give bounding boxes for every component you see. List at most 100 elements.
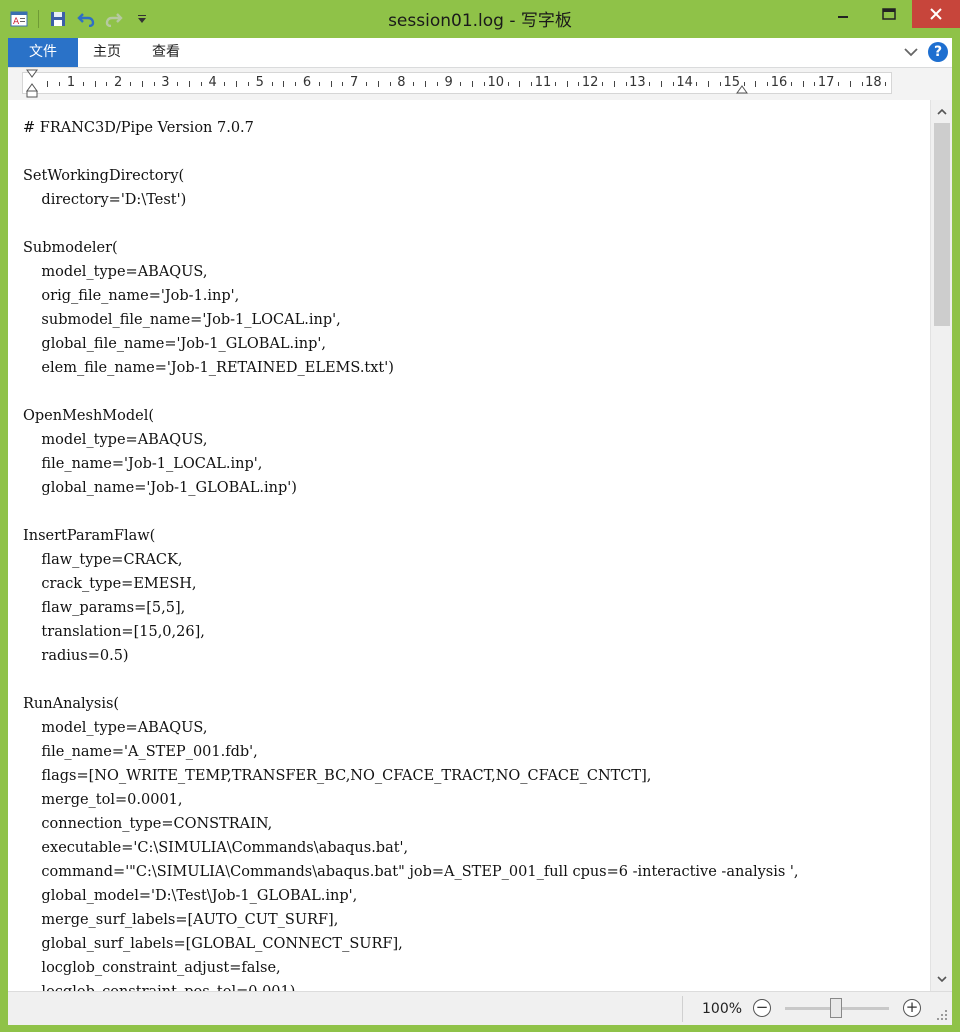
document-line[interactable]: SetWorkingDirectory( xyxy=(23,164,799,188)
document-line[interactable]: crack_type=EMESH, xyxy=(23,572,799,596)
ruler-number: 9 xyxy=(444,75,453,90)
document-line[interactable]: merge_tol=0.0001, xyxy=(23,788,799,812)
ruler-area: 1 2 3 4 5 6 7 8 9 10 11 12 13 14 15 16 17 18 xyxy=(8,68,952,100)
document-line[interactable]: global_name='Job-1_GLOBAL.inp') xyxy=(23,476,799,500)
document-line[interactable]: elem_file_name='Job-1_RETAINED_ELEMS.txt… xyxy=(23,356,799,380)
ruler-number: 2 xyxy=(114,75,123,90)
ruler-tick xyxy=(47,81,49,87)
document-line[interactable]: model_type=ABAQUS, xyxy=(23,428,799,452)
document-line[interactable]: command='"C:\SIMULIA\Commands\abaqus.bat… xyxy=(23,860,798,884)
ruler-tick xyxy=(849,81,851,87)
document-line[interactable] xyxy=(23,668,799,692)
minimize-button[interactable] xyxy=(820,0,866,28)
status-separator xyxy=(682,996,683,1022)
ruler-tick xyxy=(602,82,603,86)
document-line[interactable]: global_file_name='Job-1_GLOBAL.inp', xyxy=(23,332,799,356)
document-line[interactable]: # FRANC3D/Pipe Version 7.0.7 xyxy=(23,116,799,140)
tab-home[interactable]: 主页 xyxy=(93,38,121,67)
document-line[interactable] xyxy=(23,212,799,236)
ruler-tick xyxy=(130,82,131,86)
ruler-tick xyxy=(59,82,61,86)
ruler-tick xyxy=(672,82,674,86)
ruler-tick xyxy=(554,82,556,86)
document-line[interactable]: OpenMeshModel( xyxy=(23,404,799,428)
scroll-up-button[interactable] xyxy=(931,102,953,122)
document-line[interactable]: flaw_params=[5,5], xyxy=(23,596,799,620)
ruler-tick xyxy=(377,81,379,87)
ruler-number: 7 xyxy=(350,75,359,90)
ruler-tick xyxy=(885,82,887,86)
document-line[interactable]: global_surf_labels=[GLOBAL_CONNECT_SURF]… xyxy=(23,932,799,956)
document-line[interactable]: flaw_type=CRACK, xyxy=(23,548,799,572)
document-line[interactable]: executable='C:\SIMULIA\Commands\abaqus.b… xyxy=(23,836,799,860)
ruler-tick xyxy=(318,82,320,86)
zoom-out-button[interactable]: − xyxy=(753,998,771,1017)
document-line[interactable]: file_name='Job-1_LOCAL.inp', xyxy=(23,452,799,476)
close-icon xyxy=(930,8,942,20)
document-line[interactable]: translation=[15,0,26], xyxy=(23,620,799,644)
ruler-tick xyxy=(94,81,96,87)
document-line[interactable]: radius=0.5) xyxy=(23,644,799,668)
ruler-tick xyxy=(625,82,627,86)
zoom-slider-thumb[interactable] xyxy=(830,998,842,1018)
ruler-number: 3 xyxy=(161,75,170,90)
ruler-number: 17 xyxy=(817,75,835,90)
ruler-number: 14 xyxy=(676,75,693,90)
chevron-down-icon xyxy=(937,976,947,982)
document-line[interactable] xyxy=(23,140,799,164)
window-controls xyxy=(820,0,960,28)
document-line[interactable]: Submodeler( xyxy=(23,236,799,260)
ruler-tick xyxy=(708,81,710,87)
status-bar: 100% − + xyxy=(8,991,952,1025)
resize-grip-icon[interactable] xyxy=(936,1009,948,1021)
document-line[interactable]: global_model='D:\Test\Job-1_GLOBAL.inp', xyxy=(23,884,799,908)
document-line[interactable] xyxy=(23,380,799,404)
ruler-number: 16 xyxy=(770,75,788,90)
document-line[interactable] xyxy=(23,500,799,524)
document-line[interactable]: locglob_constraint_pos_tol=0.001) xyxy=(23,980,799,991)
ruler-tick xyxy=(814,82,816,86)
ruler-tick xyxy=(460,82,462,86)
title-bar: A session01.log - 写字板 xyxy=(0,0,960,38)
document-line[interactable]: flags=[NO_WRITE_TEMP,TRANSFER_BC,NO_CFAC… xyxy=(23,764,799,788)
ruler-tick xyxy=(248,82,249,86)
help-icon[interactable]: ? xyxy=(928,42,948,62)
document-line[interactable]: orig_file_name='Job-1.inp', xyxy=(23,284,799,308)
ruler-number: 13 xyxy=(629,75,646,90)
scroll-down-button[interactable] xyxy=(931,969,953,989)
document-line[interactable]: InsertParamFlaw( xyxy=(23,524,799,548)
document-text[interactable]: # FRANC3D/Pipe Version 7.0.7 SetWorkingD… xyxy=(23,116,799,991)
plus-icon: + xyxy=(905,998,919,1016)
document-line[interactable]: locglob_constraint_adjust=false, xyxy=(23,956,799,980)
document-area[interactable]: # FRANC3D/Pipe Version 7.0.7 SetWorkingD… xyxy=(8,100,930,991)
ruler-tick xyxy=(189,81,190,87)
scroll-thumb[interactable] xyxy=(934,123,950,326)
document-line[interactable]: model_type=ABAQUS, xyxy=(23,260,799,284)
ruler-tick xyxy=(790,82,792,86)
maximize-button[interactable] xyxy=(866,0,912,28)
chevron-down-icon[interactable] xyxy=(904,47,918,57)
document-line[interactable]: file_name='A_STEP_001.fdb', xyxy=(23,740,799,764)
ruler-tick xyxy=(342,82,344,86)
vertical-scrollbar[interactable] xyxy=(930,100,952,991)
document-line[interactable]: submodel_file_name='Job-1_LOCAL.inp', xyxy=(23,308,799,332)
close-button[interactable] xyxy=(912,0,960,28)
document-line[interactable]: model_type=ABAQUS, xyxy=(23,716,799,740)
ruler-tick xyxy=(861,82,863,86)
ruler-number: 10 xyxy=(487,75,505,90)
ruler-tick xyxy=(271,82,273,86)
tab-file[interactable]: 文件 xyxy=(8,38,78,67)
tab-view[interactable]: 查看 xyxy=(152,38,180,67)
zoom-in-button[interactable]: + xyxy=(903,998,921,1017)
document-line[interactable]: RunAnalysis( xyxy=(23,692,799,716)
ruler[interactable]: 1 2 3 4 5 6 7 8 9 10 11 12 13 14 15 16 17 18 xyxy=(22,69,892,98)
ruler-tick xyxy=(330,81,332,87)
indent-marker-icon[interactable] xyxy=(25,69,39,99)
ruler-tick xyxy=(649,82,651,86)
document-line[interactable]: merge_surf_labels=[AUTO_CUT_SURF], xyxy=(23,908,799,932)
document-line[interactable]: directory='D:\Test') xyxy=(23,188,799,212)
ruler-tick xyxy=(236,81,238,87)
ruler-tick xyxy=(366,82,367,86)
ruler-tick xyxy=(802,81,804,87)
document-line[interactable]: connection_type=CONSTRAIN, xyxy=(23,812,799,836)
